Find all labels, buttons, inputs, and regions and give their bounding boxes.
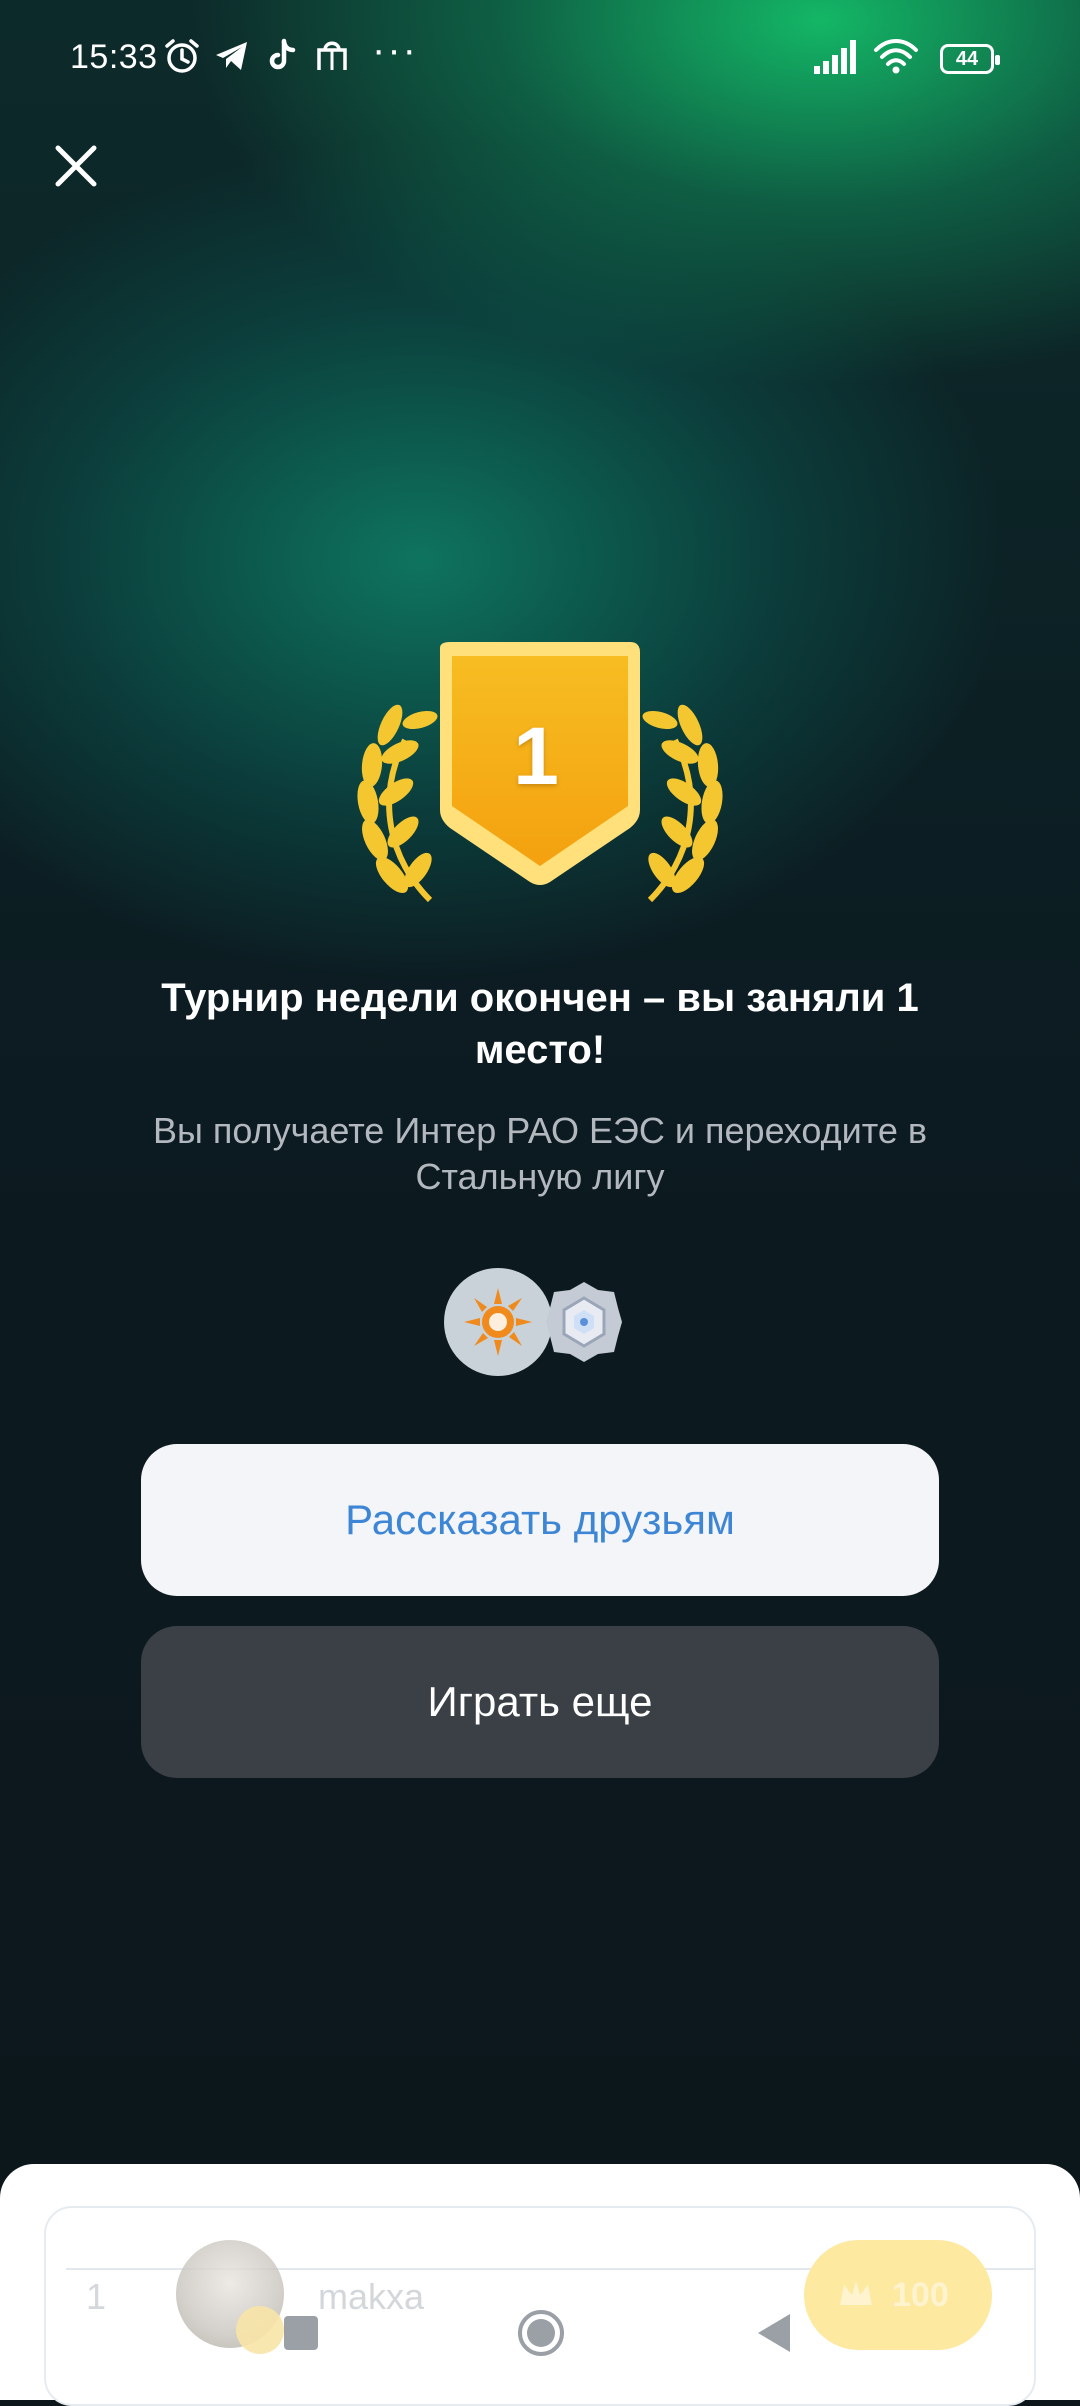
- company-logo-icon: [444, 1268, 552, 1376]
- battery-icon: 44: [940, 44, 1000, 74]
- close-icon[interactable]: [52, 142, 100, 190]
- sun-logo-icon: [464, 1288, 532, 1356]
- row-username: makxa: [318, 2276, 425, 2317]
- telegram-icon: [216, 42, 247, 70]
- score-value: 100: [892, 2275, 949, 2314]
- wifi-icon: [874, 39, 918, 74]
- status-bar: 15:33 ··· 44: [0, 0, 1080, 110]
- recents-button[interactable]: [284, 2316, 318, 2350]
- result-subtitle: Вы получаете Интер РАО ЕЭС и переходите …: [153, 1110, 927, 1197]
- battery-level: 44: [955, 47, 979, 70]
- play-button-label: Играть еще: [427, 1678, 653, 1725]
- share-button-label: Рассказать друзьям: [345, 1496, 735, 1543]
- result-title: Турнир недели окончен – вы заняли 1 мест…: [161, 976, 919, 1072]
- alarm-icon: [165, 39, 199, 73]
- avatar-badge-icon: [236, 2306, 284, 2354]
- tiktok-icon: [269, 38, 296, 70]
- status-time: 15:33: [70, 38, 158, 76]
- signal-icon: [814, 40, 856, 74]
- background-gradient: [0, 0, 1080, 2400]
- more-dots-icon: ···: [372, 28, 418, 72]
- back-button[interactable]: [756, 2312, 792, 2354]
- shopping-bag-icon: [317, 41, 347, 70]
- row-rank: 1: [86, 2276, 107, 2317]
- home-button[interactable]: [516, 2308, 566, 2358]
- share-with-friends-button[interactable]: Рассказать друзьям: [141, 1444, 939, 1596]
- place-number: 1: [513, 711, 559, 802]
- steel-league-badge-icon: [546, 1282, 622, 1362]
- score-badge: 100: [804, 2240, 992, 2350]
- play-again-button[interactable]: Играть еще: [141, 1626, 939, 1778]
- crown-icon: [840, 2281, 872, 2305]
